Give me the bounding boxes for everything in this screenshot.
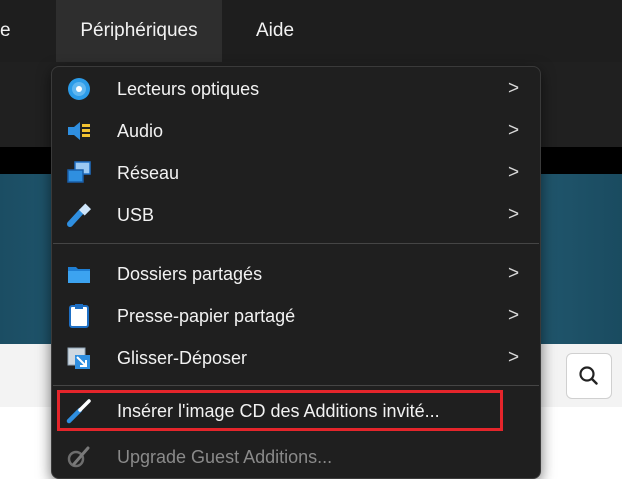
clipboard-icon <box>66 303 92 329</box>
menu-item-reseau[interactable]: Réseau > <box>52 153 540 193</box>
submenu-arrow-icon: > <box>508 120 520 141</box>
search-button[interactable] <box>566 353 612 399</box>
menu-item-label: Glisser-Déposer <box>117 348 248 368</box>
optical-disc-icon <box>66 76 92 102</box>
submenu-arrow-icon: > <box>508 347 520 368</box>
menu-bar: e Périphériques Aide <box>0 0 622 62</box>
submenu-arrow-icon: > <box>508 204 520 225</box>
submenu-arrow-icon: > <box>508 162 520 183</box>
menu-item-label: Réseau <box>117 163 180 183</box>
highlight-box <box>57 390 503 431</box>
audio-icon <box>66 118 92 144</box>
drag-drop-icon <box>66 345 92 371</box>
menu-item-dossiers-partages[interactable]: Dossiers partagés > <box>52 254 540 294</box>
submenu-arrow-icon: > <box>508 263 520 284</box>
menu-item-label: USB <box>117 205 155 225</box>
menu-item-label: Dossiers partagés <box>117 264 263 284</box>
network-icon <box>66 160 92 186</box>
menu-item-usb[interactable]: USB > <box>52 195 540 235</box>
menu-item-glisser-deposer[interactable]: Glisser-Déposer > <box>52 338 540 378</box>
shared-folder-icon <box>66 261 92 287</box>
menu-item-label: Presse-papier partagé <box>117 306 296 326</box>
menu-item-presse-papier[interactable]: Presse-papier partagé > <box>52 296 540 336</box>
menu-item-label: Upgrade Guest Additions... <box>117 447 333 467</box>
usb-icon <box>66 202 92 228</box>
search-icon <box>579 366 598 385</box>
menu-item-audio[interactable]: Audio > <box>52 111 540 151</box>
submenu-arrow-icon: > <box>508 305 520 326</box>
menu-item-lecteurs-optiques[interactable]: Lecteurs optiques > <box>52 69 540 109</box>
menu-item-label: Audio <box>117 121 164 141</box>
menu-separator <box>53 385 539 386</box>
menu-peripheriques[interactable]: Périphériques <box>56 0 222 62</box>
upgrade-guest-additions-icon <box>66 444 92 470</box>
menu-previous-item[interactable]: e <box>0 0 30 62</box>
menu-separator <box>53 243 539 244</box>
submenu-arrow-icon: > <box>508 78 520 99</box>
peripheriques-dropdown: Lecteurs optiques > Audio > Réseau > USB… <box>51 66 541 479</box>
menu-aide[interactable]: Aide <box>256 0 316 62</box>
menu-item-label: Lecteurs optiques <box>117 79 260 99</box>
menu-item-upgrade-guest-additions: Upgrade Guest Additions... <box>52 437 540 477</box>
